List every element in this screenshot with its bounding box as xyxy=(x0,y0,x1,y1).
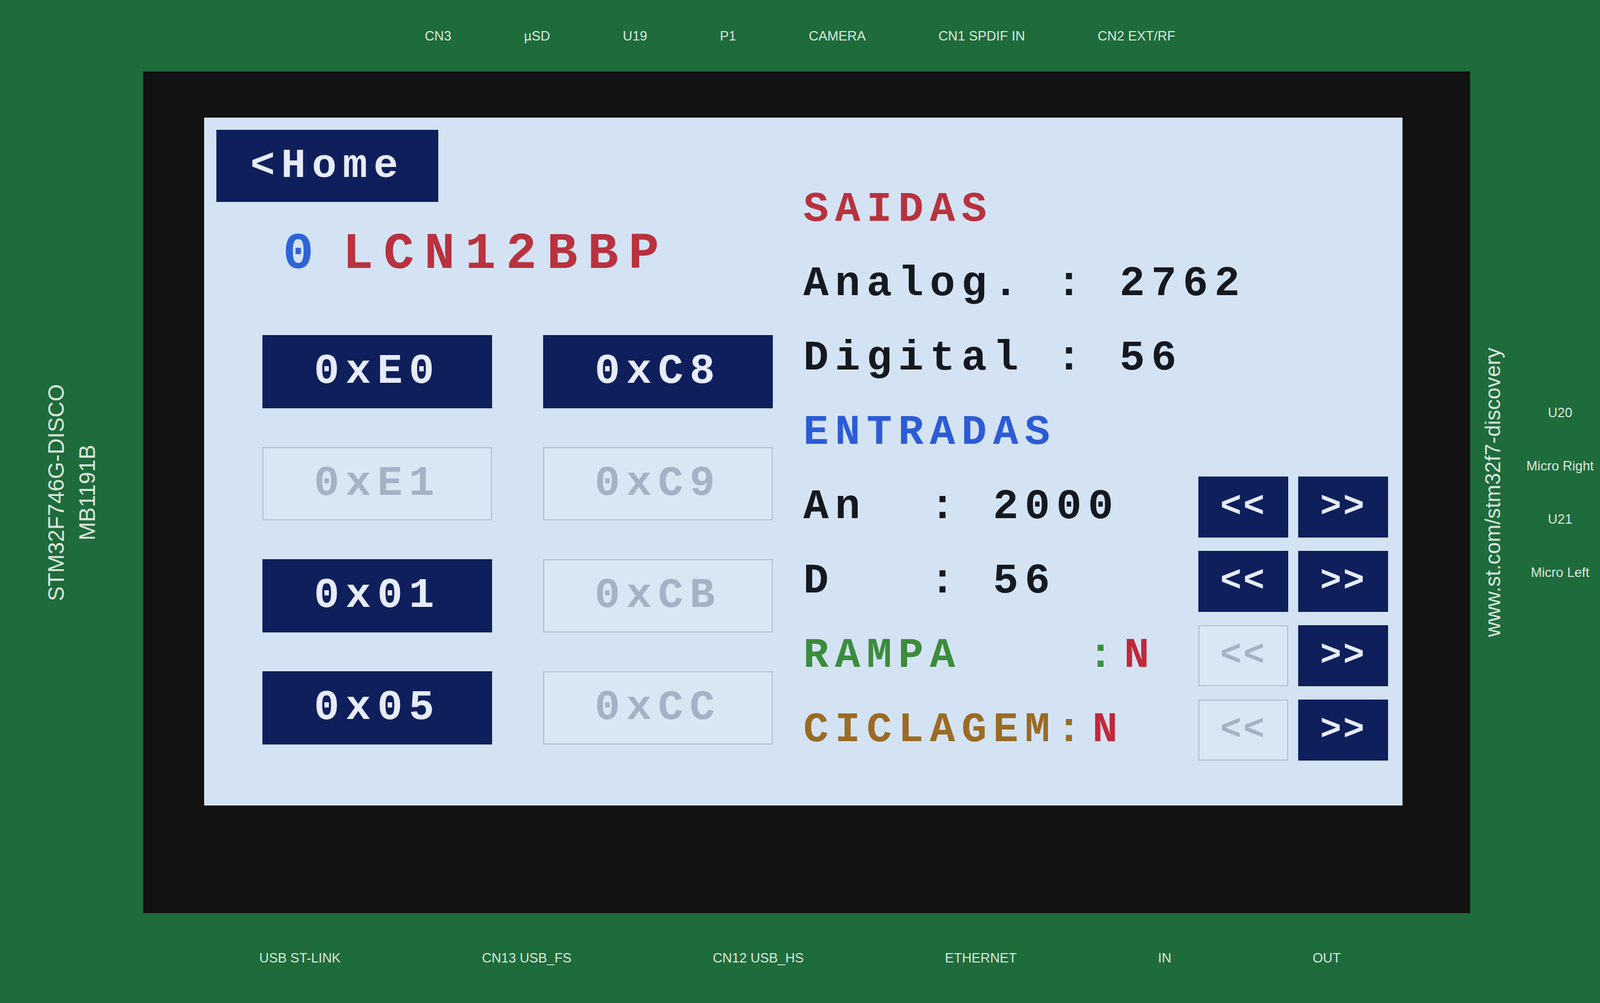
board-label: USB ST-LINK xyxy=(259,948,341,969)
screen-button[interactable]: 0xCC xyxy=(543,671,773,745)
toggle-value: N xyxy=(1123,624,1156,688)
screen-button[interactable]: <Home xyxy=(216,129,439,202)
board-label: U19 xyxy=(623,26,648,47)
board-label: OUT xyxy=(1312,948,1341,969)
register-grid: 0xE0 0xC8 0xE1 0xC9 0x01 0xCB 0x05 0xCC xyxy=(262,335,804,745)
screen-button[interactable]: 0x01 xyxy=(262,559,493,633)
board-label: CN13 USB_FS xyxy=(482,948,572,969)
section-heading: ENTRADAS xyxy=(803,395,1389,470)
lcd-bezel: <Home0LCN12BBP0xE00xC80xE10xC90x010xCB0x… xyxy=(143,71,1471,914)
screen-button[interactable]: >> xyxy=(1298,476,1389,538)
screen-button[interactable]: 0xC8 xyxy=(543,335,773,409)
board-url: www.st.com/stm32f7-discovery xyxy=(1477,347,1510,638)
screen-button[interactable]: 0xC9 xyxy=(543,447,773,521)
left-panel: <Home0LCN12BBP0xE00xC80xE10xC90x010xCB0x… xyxy=(204,117,804,806)
board-label: Micro Left xyxy=(1530,562,1589,583)
screen-button[interactable]: 0xE1 xyxy=(262,447,493,521)
arrow-buttons: <<>> xyxy=(1198,476,1389,538)
screen-button[interactable]: >> xyxy=(1298,625,1389,687)
screen-button[interactable]: 0xCB xyxy=(543,559,773,633)
screen-button[interactable]: >> xyxy=(1298,699,1389,761)
section-heading: SAIDAS xyxy=(803,172,1389,247)
board-right-strip: www.st.com/stm32f7-discovery U20 Micro Rig… xyxy=(1470,71,1600,914)
arrow-buttons: <<>> xyxy=(1198,699,1389,761)
screen-button[interactable]: 0x05 xyxy=(262,671,493,745)
board-label: CAMERA xyxy=(808,26,867,47)
toggle-row: CICLAGEM:N<<>> xyxy=(803,692,1389,768)
board-label: IN xyxy=(1157,948,1172,969)
board-label: CN1 SPDIF IN xyxy=(938,26,1026,47)
board-label: µSD xyxy=(523,26,550,47)
board-label: CN3 xyxy=(424,26,452,47)
screen-button[interactable]: 0xE0 xyxy=(262,335,493,409)
screen-button[interactable]: << xyxy=(1198,625,1289,687)
board-label: P1 xyxy=(720,26,737,47)
device-index: 0 xyxy=(282,224,324,286)
right-panel: SAIDASAnalog. : 2762Digital : 56ENTRADAS… xyxy=(803,117,1403,806)
screen-button[interactable]: << xyxy=(1198,476,1289,538)
screen-button[interactable]: >> xyxy=(1298,550,1389,612)
output-reading: Digital : 56 xyxy=(803,321,1389,396)
screen-button[interactable]: << xyxy=(1198,699,1289,761)
board-label: Micro Right xyxy=(1526,456,1594,477)
screen-button[interactable]: << xyxy=(1198,550,1289,612)
device-title: 0 LCN12BBP xyxy=(282,224,804,286)
input-row: D : 56<<>> xyxy=(803,544,1389,619)
toggle-value: N xyxy=(1092,698,1124,762)
board-name: STM32F746G-DISCO xyxy=(40,383,72,601)
output-reading: Analog. : 2762 xyxy=(803,246,1389,322)
toggle-row: RAMPA :N<<>> xyxy=(803,618,1389,693)
board-label: U21 xyxy=(1547,509,1573,530)
board-label: ETHERNET xyxy=(944,948,1017,969)
board-bottom-strip: USB ST-LINK CN13 USB_FS CN12 USB_HS ETHERNE… xyxy=(0,913,1600,1003)
device-name: LCN12BBP xyxy=(342,224,670,286)
arrow-buttons: <<>> xyxy=(1198,550,1389,612)
discovery-board: CN3 µSD U19 P1 CAMERA CN1 SPDIF IN CN2 EXT/RF S… xyxy=(0,0,1600,1003)
input-row: An : 2000<<>> xyxy=(803,469,1389,545)
board-label: CN12 USB_HS xyxy=(712,948,804,969)
board-top-strip: CN3 µSD U19 P1 CAMERA CN1 SPDIF IN CN2 EXT/RF xyxy=(0,0,1600,72)
lcd-screen: <Home0LCN12BBP0xE00xC80xE10xC90x010xCB0x… xyxy=(204,117,1403,806)
arrow-buttons: <<>> xyxy=(1198,625,1389,687)
board-label: U20 xyxy=(1547,402,1573,423)
board-left-strip: STM32F746G-DISCOMB1191B xyxy=(0,71,144,914)
board-model: MB1191B xyxy=(71,444,103,541)
board-label: CN2 EXT/RF xyxy=(1097,26,1176,47)
